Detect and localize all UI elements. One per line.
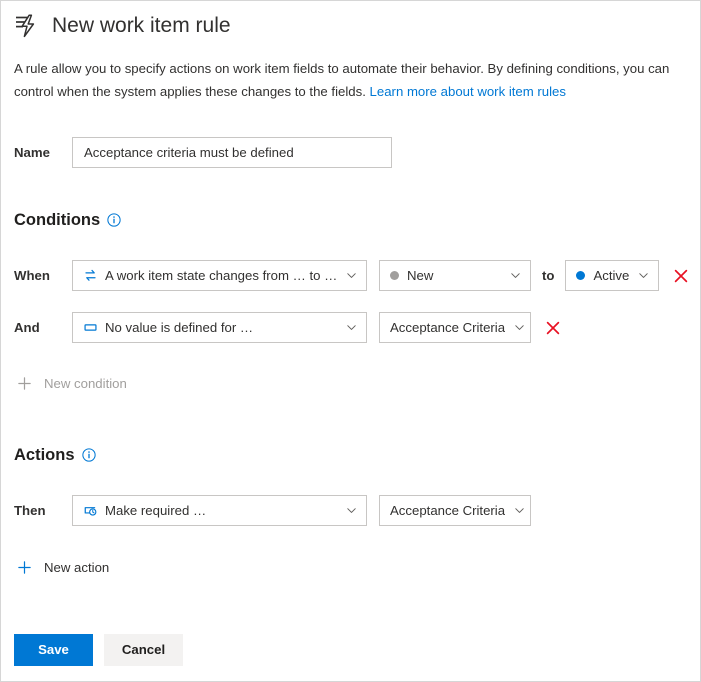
new-condition-button[interactable]: New condition bbox=[17, 376, 127, 391]
new-condition-label: New condition bbox=[44, 376, 127, 391]
new-work-item-rule-dialog: New work item rule A rule allow you to s… bbox=[0, 0, 701, 682]
chevron-down-icon bbox=[637, 269, 650, 282]
then-field-dropdown[interactable]: Acceptance Criteria bbox=[379, 495, 531, 526]
to-state-value: Active bbox=[593, 268, 630, 283]
name-input[interactable] bbox=[72, 137, 392, 168]
learn-more-link[interactable]: Learn more about work item rules bbox=[370, 84, 566, 99]
chevron-down-icon bbox=[345, 504, 358, 517]
state-dot-new bbox=[390, 271, 399, 280]
and-rule-value: No value is defined for … bbox=[105, 320, 254, 335]
state-transition-icon bbox=[83, 268, 98, 283]
dialog-header: New work item rule bbox=[14, 13, 231, 39]
action-row-then: Then Make required … Acceptance Criteria bbox=[14, 495, 531, 526]
work-item-rule-icon bbox=[14, 13, 40, 39]
from-state-value: New bbox=[407, 268, 434, 283]
chevron-down-icon bbox=[345, 269, 358, 282]
chevron-down-icon bbox=[513, 504, 526, 517]
plus-icon bbox=[17, 560, 32, 575]
and-rule-dropdown[interactable]: No value is defined for … bbox=[72, 312, 367, 343]
plus-icon bbox=[17, 376, 32, 391]
to-state-dropdown[interactable]: Active bbox=[565, 260, 660, 291]
to-label: to bbox=[542, 268, 555, 283]
and-label: And bbox=[14, 320, 40, 335]
chevron-down-icon bbox=[509, 269, 522, 282]
field-box-icon bbox=[83, 320, 98, 335]
then-label: Then bbox=[14, 503, 46, 518]
chevron-down-icon bbox=[345, 321, 358, 334]
actions-title: Actions bbox=[14, 446, 75, 464]
chevron-down-icon bbox=[513, 321, 526, 334]
name-label: Name bbox=[14, 145, 50, 160]
then-field-value: Acceptance Criteria bbox=[390, 503, 506, 518]
from-state-dropdown[interactable]: New bbox=[379, 260, 531, 291]
conditions-heading: Conditions bbox=[14, 210, 121, 230]
new-action-button[interactable]: New action bbox=[17, 560, 109, 575]
new-action-label: New action bbox=[44, 560, 110, 575]
actions-heading: Actions bbox=[14, 445, 96, 465]
description-line-1: A rule allow you to specify actions on w… bbox=[14, 61, 620, 76]
cancel-button[interactable]: Cancel bbox=[104, 634, 183, 666]
make-required-icon bbox=[83, 503, 98, 518]
when-label: When bbox=[14, 268, 50, 283]
name-row: Name bbox=[14, 137, 392, 168]
info-circle-icon[interactable] bbox=[81, 448, 96, 462]
dialog-footer: Save Cancel bbox=[14, 634, 183, 666]
remove-condition-button[interactable] bbox=[544, 319, 562, 337]
then-rule-value: Make required … bbox=[105, 503, 207, 518]
save-button[interactable]: Save bbox=[14, 634, 93, 666]
then-rule-dropdown[interactable]: Make required … bbox=[72, 495, 367, 526]
when-rule-value: A work item state changes from … to … bbox=[105, 268, 337, 283]
description-text: A rule allow you to specify actions on w… bbox=[14, 57, 674, 103]
conditions-title: Conditions bbox=[14, 211, 101, 229]
and-field-dropdown[interactable]: Acceptance Criteria bbox=[379, 312, 531, 343]
remove-condition-button[interactable] bbox=[672, 267, 690, 285]
condition-row-and: And No value is defined for … Acceptance… bbox=[14, 312, 562, 343]
info-circle-icon[interactable] bbox=[107, 213, 121, 227]
page-title: New work item rule bbox=[52, 14, 231, 37]
condition-row-when: When A work item state changes from … to… bbox=[14, 260, 690, 291]
state-dot-active bbox=[576, 271, 586, 280]
when-rule-dropdown[interactable]: A work item state changes from … to … bbox=[72, 260, 367, 291]
and-field-value: Acceptance Criteria bbox=[390, 320, 506, 335]
